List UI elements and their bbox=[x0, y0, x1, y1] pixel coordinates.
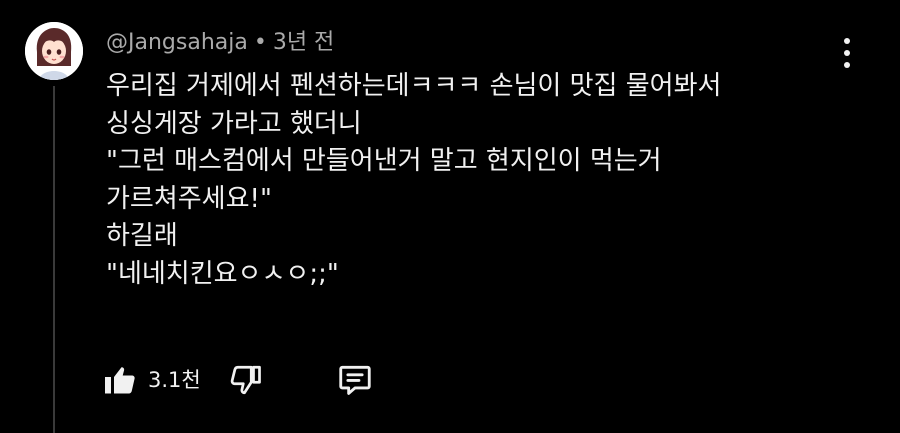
separator-dot: • bbox=[253, 30, 267, 55]
more-vertical-icon[interactable] bbox=[836, 36, 858, 70]
timestamp[interactable]: 3년 전 bbox=[273, 30, 334, 55]
avatar-illustration bbox=[25, 22, 83, 80]
like-button[interactable] bbox=[102, 357, 138, 403]
kebab-dot bbox=[844, 62, 850, 68]
comment-text: 우리집 거제에서 펜션하는데ㅋㅋㅋ 손님이 맛집 물어봐서 싱싱게장 가라고 했… bbox=[106, 68, 826, 294]
comment-line: 하길래 bbox=[106, 221, 178, 252]
dislike-button[interactable] bbox=[228, 357, 264, 403]
kebab-dot bbox=[844, 38, 850, 44]
comment-line: 가르쳐주세요!" bbox=[106, 183, 272, 214]
comment-icon bbox=[339, 365, 371, 395]
author-name[interactable]: @Jangsahaja bbox=[106, 30, 248, 55]
thumbs-down-icon bbox=[230, 365, 261, 395]
reply-button[interactable] bbox=[336, 357, 374, 403]
thumbs-up-icon bbox=[105, 367, 135, 394]
comment-header: @Jangsahaja • 3년 전 bbox=[106, 27, 334, 59]
like-count: 3.1천 bbox=[148, 368, 201, 392]
comment-line: "그런 매스컴에서 만들어낸거 말고 현지인이 먹는거 bbox=[106, 146, 662, 177]
comment-line: "네네치킨요ㅇㅅㅇ;;" bbox=[106, 258, 339, 289]
comment-line: 싱싱게장 가라고 했더니 bbox=[106, 108, 362, 139]
kebab-dot bbox=[844, 50, 850, 56]
avatar[interactable] bbox=[25, 22, 83, 80]
comment-line: 우리집 거제에서 펜션하는데ㅋㅋㅋ 손님이 맛집 물어봐서 bbox=[106, 71, 722, 101]
comment-actions: 3.1천 bbox=[100, 357, 420, 403]
thread-line bbox=[53, 86, 55, 433]
